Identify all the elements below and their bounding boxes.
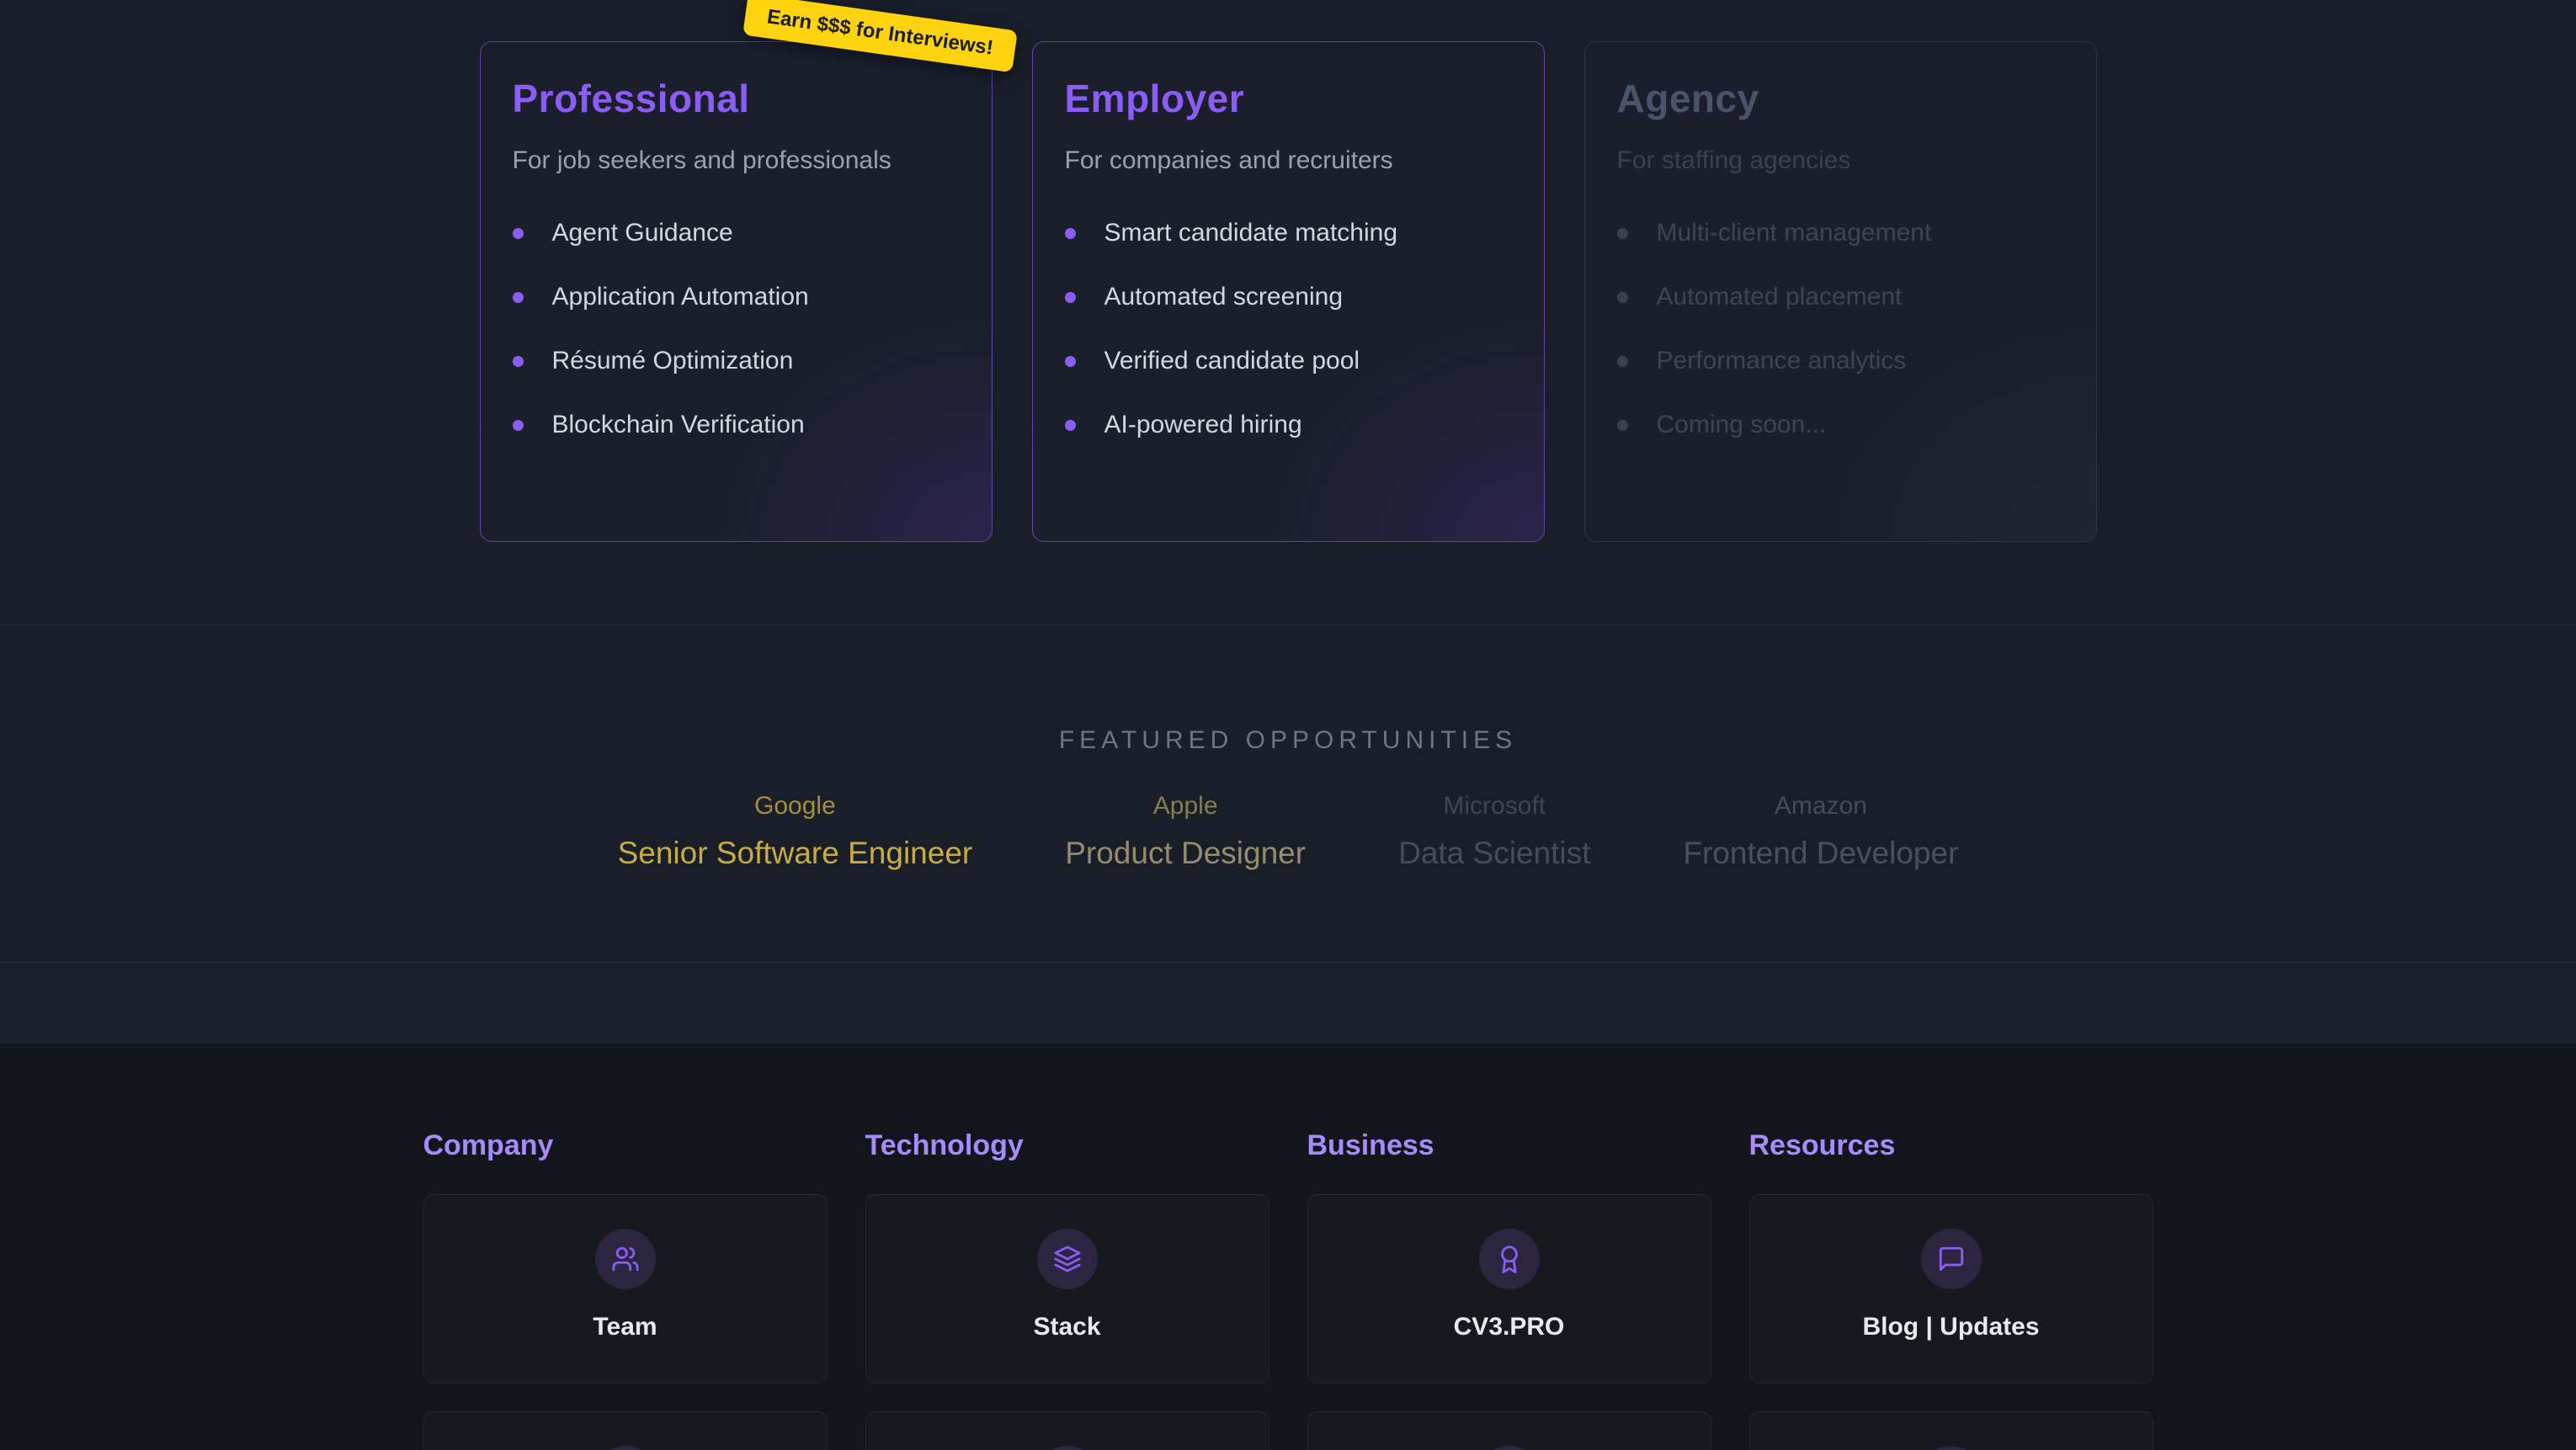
footer-card-label: Stack bbox=[1033, 1313, 1100, 1341]
bullet-dot-icon bbox=[513, 228, 524, 239]
footer-heading-company: Company bbox=[423, 1129, 828, 1162]
footer-heading-business: Business bbox=[1307, 1129, 1711, 1162]
plan-feature-label: Application Automation bbox=[552, 283, 809, 311]
plan-feature-label: Verified candidate pool bbox=[1104, 347, 1360, 375]
plan-feature-label: Smart candidate matching bbox=[1104, 219, 1398, 247]
speech-bubble-icon bbox=[1921, 1229, 1982, 1289]
footer-card-label: CV3.PRO bbox=[1454, 1313, 1565, 1341]
bullet-dot-icon bbox=[513, 420, 524, 431]
plan-subtitle: For companies and recruiters bbox=[1065, 146, 1512, 175]
plans-row: Professional For job seekers and profess… bbox=[480, 0, 2097, 542]
bullet-dot-icon bbox=[1617, 420, 1628, 431]
plan-feature-label: Multi-client management bbox=[1657, 219, 1932, 247]
hidden-icon bbox=[595, 1446, 656, 1450]
spacer-strip bbox=[0, 962, 2576, 1044]
featured-opportunities-section: FEATURED OPPORTUNITIES Google Senior Sof… bbox=[0, 624, 2576, 962]
plan-title: Employer bbox=[1065, 76, 1512, 121]
footer-card-partial[interactable] bbox=[423, 1411, 828, 1450]
plan-feature: Automated placement bbox=[1617, 283, 2064, 311]
footer-card-partial[interactable] bbox=[1307, 1411, 1711, 1450]
plan-feature-list: Agent Guidance Application Automation Ré… bbox=[513, 219, 960, 439]
footer-heading-resources: Resources bbox=[1749, 1129, 2153, 1162]
footer-headings-row: Company Technology Business Resources bbox=[423, 1129, 2153, 1162]
featured-job[interactable]: Amazon Frontend Developer bbox=[1683, 792, 1958, 871]
hidden-icon bbox=[1921, 1446, 1982, 1450]
plan-feature: Agent Guidance bbox=[513, 219, 960, 247]
plan-feature-list: Smart candidate matching Automated scree… bbox=[1065, 219, 1512, 439]
bullet-dot-icon bbox=[513, 292, 524, 303]
featured-heading: FEATURED OPPORTUNITIES bbox=[0, 625, 2576, 755]
job-company: Apple bbox=[1065, 792, 1306, 821]
plan-feature: Automated screening bbox=[1065, 283, 1512, 311]
plan-feature: AI-powered hiring bbox=[1065, 411, 1512, 439]
job-role: Frontend Developer bbox=[1683, 836, 1958, 871]
plan-feature-label: Blockchain Verification bbox=[552, 411, 805, 439]
featured-job[interactable]: Microsoft Data Scientist bbox=[1398, 792, 1590, 871]
bullet-dot-icon bbox=[1617, 228, 1628, 239]
plan-feature: Verified candidate pool bbox=[1065, 347, 1512, 375]
plan-card-employer[interactable]: Employer For companies and recruiters Sm… bbox=[1032, 41, 1545, 542]
bullet-dot-icon bbox=[1065, 356, 1076, 367]
plan-feature: Smart candidate matching bbox=[1065, 219, 1512, 247]
plan-card-agency: Agency For staffing agencies Multi-clien… bbox=[1584, 41, 2097, 542]
bullet-dot-icon bbox=[1617, 356, 1628, 367]
plan-feature-label: Résumé Optimization bbox=[552, 347, 794, 375]
plan-feature-label: Performance analytics bbox=[1657, 347, 1907, 375]
featured-jobs-row: Google Senior Software Engineer Apple Pr… bbox=[0, 792, 2576, 871]
plan-feature: Application Automation bbox=[513, 283, 960, 311]
plan-feature-label: Coming soon... bbox=[1657, 411, 1827, 439]
plan-subtitle: For staffing agencies bbox=[1617, 146, 2064, 175]
bullet-dot-icon bbox=[1065, 228, 1076, 239]
plan-feature: Blockchain Verification bbox=[513, 411, 960, 439]
job-role: Product Designer bbox=[1065, 836, 1306, 871]
hidden-icon bbox=[1479, 1446, 1540, 1450]
footer-card-partial[interactable] bbox=[1749, 1411, 2153, 1450]
job-company: Amazon bbox=[1683, 792, 1958, 821]
plan-title: Professional bbox=[513, 76, 960, 121]
featured-job[interactable]: Google Senior Software Engineer bbox=[618, 792, 973, 871]
plan-feature: Coming soon... bbox=[1617, 411, 2064, 439]
bullet-dot-icon bbox=[513, 356, 524, 367]
job-company: Google bbox=[618, 792, 973, 821]
bullet-dot-icon bbox=[1617, 292, 1628, 303]
footer-card-partial[interactable] bbox=[865, 1411, 1269, 1450]
plans-section: Earn $$$ for Interviews! Professional Fo… bbox=[0, 0, 2576, 624]
footer-card-cv3pro[interactable]: CV3.PRO bbox=[1307, 1194, 1711, 1384]
footer-inner: Company Technology Business Resources Te… bbox=[423, 1044, 2153, 1450]
footer-heading-technology: Technology bbox=[865, 1129, 1269, 1162]
footer-cards-row-partial bbox=[423, 1411, 2153, 1450]
footer-card-label: Team bbox=[593, 1313, 657, 1341]
layers-icon bbox=[1037, 1229, 1098, 1289]
footer: Company Technology Business Resources Te… bbox=[0, 1044, 2576, 1450]
footer-card-team[interactable]: Team bbox=[423, 1194, 828, 1384]
plan-feature: Multi-client management bbox=[1617, 219, 2064, 247]
footer-card-label: Blog | Updates bbox=[1862, 1313, 2039, 1341]
featured-job[interactable]: Apple Product Designer bbox=[1065, 792, 1306, 871]
plan-feature-list: Multi-client management Automated placem… bbox=[1617, 219, 2064, 439]
footer-cards-row: Team Stack CV3.PRO bbox=[423, 1194, 2153, 1384]
footer-card-stack[interactable]: Stack bbox=[865, 1194, 1269, 1384]
plan-subtitle: For job seekers and professionals bbox=[513, 146, 960, 175]
plan-feature: Performance analytics bbox=[1617, 347, 2064, 375]
plan-feature: Résumé Optimization bbox=[513, 347, 960, 375]
bullet-dot-icon bbox=[1065, 420, 1076, 431]
plan-feature-label: Automated placement bbox=[1657, 283, 1903, 311]
plan-title: Agency bbox=[1617, 76, 2064, 121]
users-icon bbox=[595, 1229, 656, 1289]
job-role: Data Scientist bbox=[1398, 836, 1590, 871]
job-company: Microsoft bbox=[1398, 792, 1590, 821]
job-role: Senior Software Engineer bbox=[618, 836, 973, 871]
plan-feature-label: Agent Guidance bbox=[552, 219, 733, 247]
footer-card-blog[interactable]: Blog | Updates bbox=[1749, 1194, 2153, 1384]
hidden-icon bbox=[1037, 1446, 1098, 1450]
plan-card-professional[interactable]: Professional For job seekers and profess… bbox=[480, 41, 993, 542]
plan-feature-label: Automated screening bbox=[1104, 283, 1344, 311]
award-icon bbox=[1479, 1229, 1540, 1289]
plan-feature-label: AI-powered hiring bbox=[1104, 411, 1302, 439]
bullet-dot-icon bbox=[1065, 292, 1076, 303]
